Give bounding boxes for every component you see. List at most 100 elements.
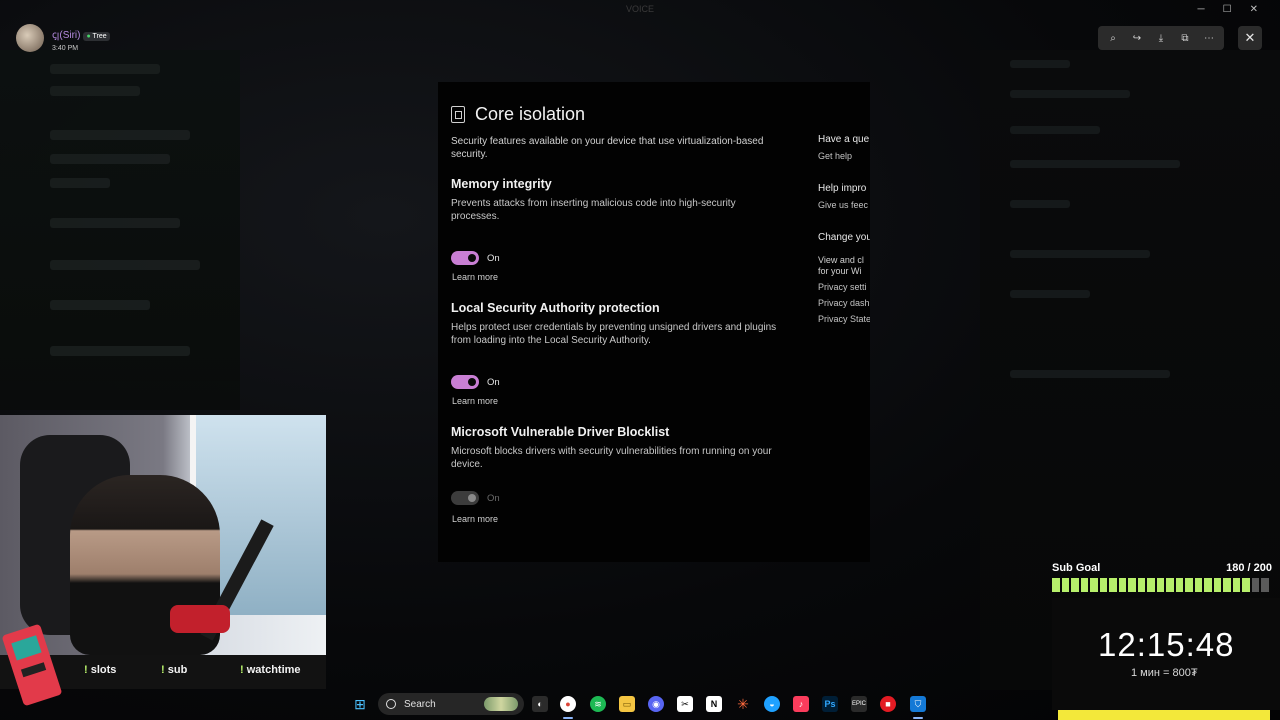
goal-segment: [1071, 578, 1079, 592]
claude-icon[interactable]: ✳: [735, 696, 751, 712]
goal-segment: [1242, 578, 1250, 592]
driver-blocklist-toggle: [451, 491, 479, 505]
learn-more-link[interactable]: Learn more: [452, 272, 498, 282]
toggle-label: On: [487, 492, 500, 504]
leaf-icon: ●: [86, 32, 91, 40]
learn-more-link[interactable]: Learn more: [452, 514, 498, 524]
search-placeholder: Search: [404, 698, 436, 710]
close-window-icon[interactable]: ✕: [1250, 4, 1258, 15]
goal-segment: [1166, 578, 1174, 592]
goal-segment: [1061, 578, 1069, 592]
discord-icon[interactable]: ◉: [648, 696, 664, 712]
page-header: Core isolation: [451, 104, 585, 125]
arcade-machine-icon: [2, 624, 62, 706]
blocklist-toggle-row: On: [451, 491, 500, 505]
goal-segment: [1204, 578, 1212, 592]
goal-segment: [1194, 578, 1202, 592]
chrome-icon[interactable]: ●: [560, 696, 576, 712]
record-icon[interactable]: ■: [880, 696, 896, 712]
file-explorer-icon[interactable]: ▭: [619, 696, 635, 712]
zoom-icon[interactable]: ⌕: [1106, 31, 1120, 45]
goal-segment: [1232, 578, 1240, 592]
window-controls: ─ ☐ ✕: [1198, 4, 1258, 15]
message-time: 3:40 PM: [52, 44, 79, 52]
aside-question-heading: Have a que: [818, 134, 870, 145]
section-description: Prevents attacks from inserting maliciou…: [451, 198, 736, 222]
section-title: Memory integrity: [451, 177, 552, 191]
taskbar-search[interactable]: Search: [378, 693, 524, 715]
command-slots: ! slots: [84, 664, 117, 676]
forward-icon[interactable]: ↪: [1130, 31, 1144, 45]
chip-icon: [451, 106, 465, 123]
learn-more-link[interactable]: Learn more: [452, 396, 498, 406]
open-external-icon[interactable]: ⧉: [1178, 31, 1192, 45]
window-title: VOICE: [625, 4, 654, 14]
page-title: Core isolation: [475, 104, 586, 124]
goal-segment: [1090, 578, 1098, 592]
edge-icon[interactable]: ◒: [764, 696, 780, 712]
lsa-protection-toggle[interactable]: [451, 375, 479, 389]
aside-privacy-text: View and cl: [818, 255, 864, 265]
goal-segment: [1137, 578, 1145, 592]
epic-games-icon[interactable]: EPIC: [851, 696, 867, 712]
lsa-toggle-row: On: [451, 375, 500, 389]
goal-segment: [1118, 578, 1126, 592]
section-title: Local Security Authority protection: [451, 301, 660, 315]
search-icon: [386, 699, 396, 709]
blurred-sidebar: [0, 50, 240, 410]
privacy-settings-link[interactable]: Privacy setti: [818, 282, 870, 292]
download-icon[interactable]: ⤓: [1154, 31, 1168, 45]
lsa-protection-section: Local Security Authority protection Help…: [451, 301, 791, 406]
microphone: [170, 605, 230, 633]
more-icon[interactable]: ⋯: [1202, 31, 1216, 45]
command-sub: ! sub: [161, 664, 188, 676]
aside-privacy-text-2: for your Wi: [818, 266, 862, 276]
goal-segment: [1128, 578, 1136, 592]
notion-icon[interactable]: N: [706, 696, 722, 712]
goal-segment: [1080, 578, 1088, 592]
privacy-dashboard-link[interactable]: Privacy dash: [818, 298, 870, 308]
aside-improve-heading: Help impro: [818, 183, 867, 194]
driver-blocklist-section: Microsoft Vulnerable Driver Blocklist Mi…: [451, 425, 791, 524]
section-description: Helps protect user credentials by preven…: [451, 322, 777, 346]
user-info: ꞔꞁ(Siri) ● Tree 3:40 PM: [16, 24, 110, 52]
photoshop-icon[interactable]: Ps: [822, 696, 838, 712]
minimize-icon[interactable]: ─: [1198, 4, 1205, 15]
goal-segment: [1156, 578, 1164, 592]
goal-segment: [1223, 578, 1231, 592]
stream-timer: 12:15:48: [1098, 626, 1235, 663]
section-description: Microsoft blocks drivers with security v…: [451, 446, 772, 470]
music-icon[interactable]: ♪: [793, 696, 809, 712]
goal-segment: [1147, 578, 1155, 592]
goal-segment: [1185, 578, 1193, 592]
search-highlight-image: [484, 697, 518, 711]
goal-segment: [1251, 578, 1259, 592]
toggle-label: On: [487, 252, 500, 264]
toggle-label: On: [487, 376, 500, 388]
yellow-strip: [1058, 710, 1270, 720]
memory-integrity-toggle[interactable]: [451, 251, 479, 265]
maximize-icon[interactable]: ☐: [1223, 4, 1232, 15]
avatar[interactable]: [16, 24, 44, 52]
webcam-overlay: [0, 415, 326, 655]
close-viewer-button[interactable]: ✕: [1238, 26, 1262, 50]
blurred-chat: [980, 50, 1280, 690]
settings-aside: Have a que Get help Help impro Give us f…: [818, 134, 870, 346]
capcut-icon[interactable]: ✂: [677, 696, 693, 712]
feedback-link[interactable]: Give us feec: [818, 200, 870, 210]
command-watchtime: ! watchtime: [240, 664, 301, 676]
privacy-statement-link[interactable]: Privacy State: [818, 314, 870, 324]
goal-segment: [1109, 578, 1117, 592]
windows-start-icon[interactable]: ⊞: [352, 696, 368, 712]
security-shield-icon[interactable]: ⛉: [910, 696, 926, 712]
taskbar: ⊞ Search ◐ ● ≋ ▭ ◉ ✂ N ✳ ◒ ♪ Ps EPIC ■ ⛉: [340, 688, 940, 720]
goal-segment: [1261, 578, 1269, 592]
goal-segment: [1175, 578, 1183, 592]
copilot-icon[interactable]: ◐: [532, 696, 548, 712]
sub-goal-widget: Sub Goal 180 / 200: [1052, 562, 1272, 592]
section-title: Microsoft Vulnerable Driver Blocklist: [451, 425, 670, 439]
get-help-link[interactable]: Get help: [818, 151, 870, 161]
memory-integrity-toggle-row: On: [451, 251, 500, 265]
spotify-icon[interactable]: ≋: [590, 696, 606, 712]
page-description: Security features available on your devi…: [451, 136, 764, 160]
